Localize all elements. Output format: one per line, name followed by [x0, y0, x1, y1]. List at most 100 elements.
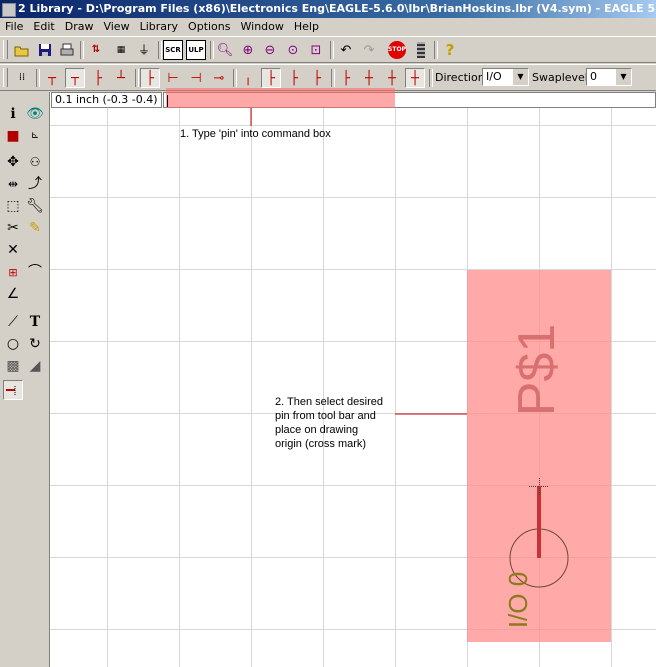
- menu-draw[interactable]: Draw: [60, 18, 99, 36]
- zoom-redraw-icon[interactable]: ⊙: [283, 40, 303, 60]
- miter-icon[interactable]: ⌒: [25, 262, 45, 282]
- stop-icon[interactable]: STOP: [387, 40, 407, 60]
- copy-icon[interactable]: ⚇: [25, 152, 45, 172]
- chevron-down-icon[interactable]: ▼: [615, 69, 631, 85]
- open-icon[interactable]: [12, 40, 32, 60]
- coordinate-display: 0.1 inch (-0.3 -0.4): [51, 92, 162, 108]
- swaplevel-value: 0: [590, 70, 597, 83]
- length-middle-icon[interactable]: ├: [284, 68, 304, 88]
- step2-line: origin (cross mark): [275, 438, 367, 450]
- toolbar-separator: [135, 69, 139, 87]
- function-clk-icon[interactable]: ⊣: [186, 68, 206, 88]
- circle-icon[interactable]: ○: [3, 334, 23, 354]
- length-short-icon[interactable]: ├: [261, 68, 281, 88]
- parameter-toolbar: ⁞⁞ ┬ ┬ ├ ┴ ├ ⊢ ⊣ ⊸ ╷ ├ ├ ├ ├ ┼ ┼ ┼ Direc…: [0, 64, 656, 91]
- toolbar-separator: [330, 41, 334, 59]
- visible-off-icon[interactable]: ├: [336, 68, 356, 88]
- change-icon[interactable]: 🔧︎: [25, 196, 45, 216]
- rect-icon[interactable]: ▩: [3, 356, 23, 376]
- stop-label: STOP: [388, 41, 406, 59]
- zoom-select-icon[interactable]: ⊡: [306, 40, 326, 60]
- arc-icon[interactable]: ↻: [25, 334, 45, 354]
- menu-library[interactable]: Library: [135, 18, 183, 36]
- step2-line: place on drawing: [275, 424, 359, 436]
- action-toolbar: ⇅ ▦ ⏚ SCR ULP 🔍︎ ⊕ ⊖ ⊙ ⊡ ↶ ↷ STOP ?: [0, 36, 656, 63]
- menu-edit[interactable]: Edit: [28, 18, 59, 36]
- script-icon[interactable]: SCR: [163, 40, 183, 60]
- text-caret: [167, 95, 168, 107]
- toolbar-separator: [434, 41, 438, 59]
- wire-icon[interactable]: ⟋: [3, 312, 23, 332]
- split-icon[interactable]: ∠: [3, 284, 23, 304]
- visible-pad-icon[interactable]: ┼: [359, 68, 379, 88]
- function-dotclk-icon[interactable]: ⊸: [209, 68, 229, 88]
- ulp-icon[interactable]: ULP: [186, 40, 206, 60]
- length-point-icon[interactable]: ╷: [238, 68, 258, 88]
- direction-select[interactable]: I/O ▼: [482, 68, 529, 86]
- toolbar-separator: [158, 41, 162, 59]
- toolbar-separator: [331, 69, 335, 87]
- orientation-r90-icon[interactable]: ┬: [65, 68, 85, 88]
- zoom-fit-icon[interactable]: 🔍︎: [215, 40, 235, 60]
- menu-help[interactable]: Help: [289, 18, 324, 36]
- mirror-icon[interactable]: ⇹: [3, 174, 23, 194]
- menu-window[interactable]: Window: [236, 18, 289, 36]
- step2-line: pin from tool bar and: [275, 410, 376, 422]
- draw-tool-palette: ℹ 👁︎ ■ ⊾ ✥ ⚇ ⇹ ⤴ ⬚ 🔧︎ ✂ ✎ ✕ ⊞ ⌒ ∠ ⟋ T ○ …: [0, 92, 50, 667]
- move-icon[interactable]: ✥: [3, 152, 23, 172]
- zoom-out-icon[interactable]: ⊖: [260, 40, 280, 60]
- visible-pin-icon[interactable]: ┼: [382, 68, 402, 88]
- chevron-down-icon[interactable]: ▼: [512, 69, 528, 85]
- window-title: 2 Library - D:\Program Files (x86)\Elect…: [18, 2, 656, 15]
- length-long-icon[interactable]: ├: [307, 68, 327, 88]
- toolbar-separator: [429, 69, 433, 87]
- drc-icon[interactable]: ▦: [111, 40, 131, 60]
- zoom-in-icon[interactable]: ⊕: [238, 40, 258, 60]
- paste-icon[interactable]: ✎: [25, 218, 45, 238]
- cam-icon[interactable]: ⇅: [86, 40, 106, 60]
- orientation-r0-icon[interactable]: ┬: [42, 68, 62, 88]
- orientation-r180-icon[interactable]: ├: [88, 68, 108, 88]
- function-none-icon[interactable]: ├: [140, 68, 160, 88]
- show-icon[interactable]: 👁︎: [25, 104, 45, 124]
- group-icon[interactable]: ⬚: [3, 196, 23, 216]
- swaplevel-select[interactable]: 0 ▼: [586, 68, 632, 86]
- delete-icon[interactable]: ✕: [3, 240, 23, 260]
- command-box-highlight: [166, 88, 395, 108]
- rotate-icon[interactable]: ⤴: [25, 174, 45, 194]
- eagle-app-icon: [2, 3, 16, 17]
- grid-icon[interactable]: ⁞⁞: [12, 68, 32, 88]
- pin-label-text: P$1: [508, 323, 566, 417]
- pin-tool-icon[interactable]: [3, 380, 23, 400]
- pin-name-text: I/O 0: [503, 571, 533, 629]
- mark-icon[interactable]: ⊾: [25, 126, 45, 146]
- undo-icon[interactable]: ↶: [336, 40, 356, 60]
- orientation-r270-icon[interactable]: ┴: [111, 68, 131, 88]
- toolbar-separator: [210, 41, 214, 59]
- info-icon[interactable]: ℹ: [3, 104, 23, 124]
- print-icon[interactable]: [57, 40, 77, 60]
- go-icon[interactable]: [411, 40, 431, 60]
- cut-icon[interactable]: ✂: [3, 218, 23, 238]
- polygon-icon[interactable]: ◢: [25, 356, 45, 376]
- step2-annotation: 2. Then select desired pin from tool bar…: [275, 395, 383, 451]
- direction-label: Direction:: [435, 71, 489, 84]
- name-icon[interactable]: ⊞: [3, 262, 23, 282]
- display-layers-icon[interactable]: ■: [3, 126, 23, 146]
- toolbar-separator: [36, 69, 40, 87]
- help-icon[interactable]: ?: [440, 40, 460, 60]
- text-icon[interactable]: T: [25, 312, 45, 332]
- direction-value: I/O: [486, 70, 502, 83]
- save-icon[interactable]: [35, 40, 55, 60]
- step2-line: 2. Then select desired: [275, 396, 384, 408]
- function-dot-icon[interactable]: ⊢: [163, 68, 183, 88]
- menu-view[interactable]: View: [98, 18, 134, 36]
- toolbar-grip[interactable]: [3, 40, 8, 59]
- visible-both-icon[interactable]: ┼: [405, 68, 425, 88]
- toolbar-grip[interactable]: [3, 68, 8, 87]
- step1-annotation: 1. Type 'pin' into command box: [180, 128, 331, 140]
- menu-options[interactable]: Options: [183, 18, 235, 36]
- menu-file[interactable]: File: [0, 18, 28, 36]
- erc-icon[interactable]: ⏚: [134, 40, 154, 60]
- redo-icon[interactable]: ↷: [359, 40, 379, 60]
